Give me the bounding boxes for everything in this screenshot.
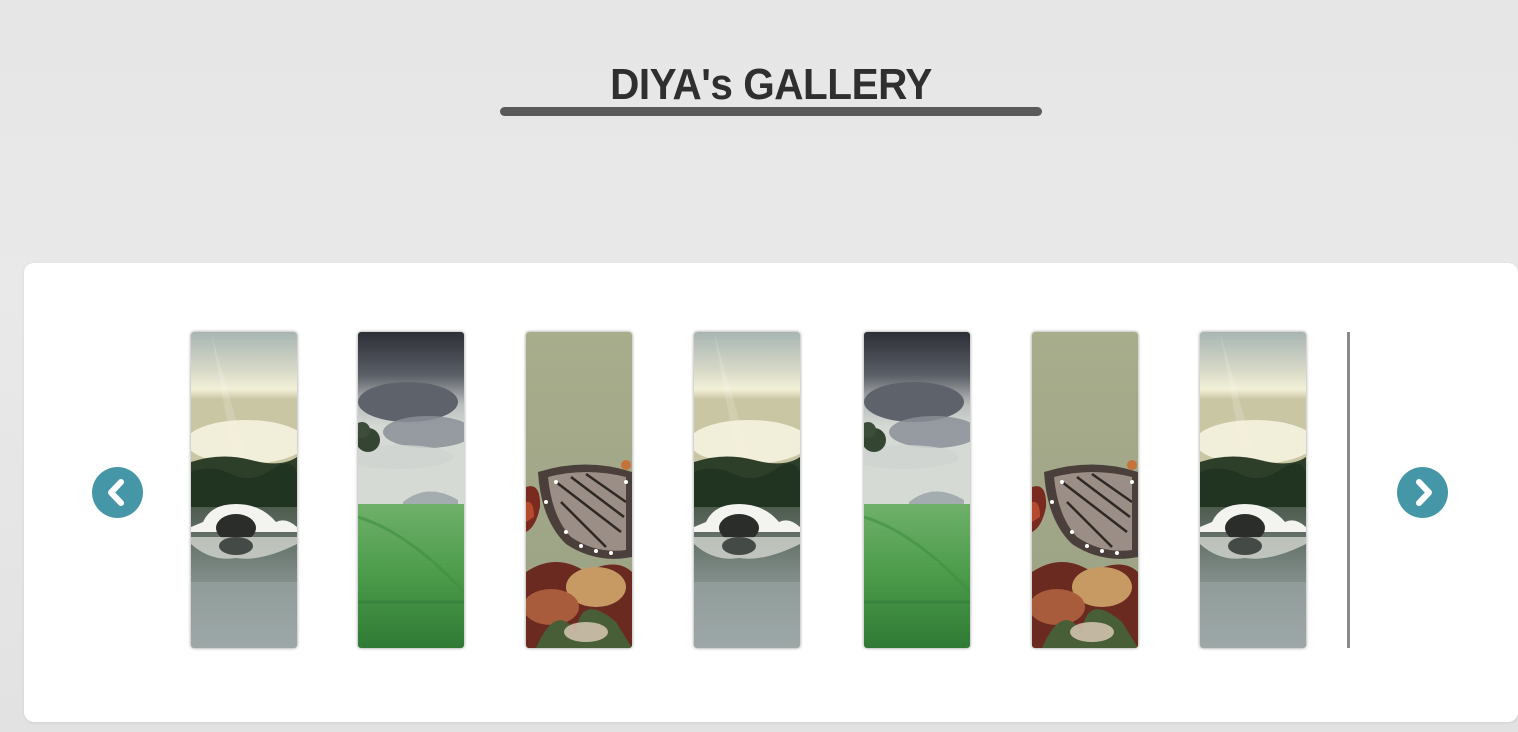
chevron-left-icon	[108, 479, 124, 506]
bridge-image	[191, 332, 297, 648]
gallery-slide-bridge[interactable]	[191, 332, 297, 648]
bridge-image	[694, 332, 800, 648]
gallery-slide-field[interactable]	[358, 332, 464, 648]
bridge-image	[1200, 332, 1306, 648]
field-image	[864, 332, 970, 648]
gallery-slide-butterfly[interactable]	[1032, 332, 1138, 648]
prev-slide-button[interactable]	[92, 467, 143, 518]
gallery-slide-butterfly[interactable]	[526, 332, 632, 648]
gallery-slide-bridge[interactable]	[694, 332, 800, 648]
next-slide-button[interactable]	[1397, 467, 1448, 518]
butterfly-image	[1032, 332, 1138, 648]
butterfly-image	[526, 332, 632, 648]
gallery-slide-bridge[interactable]	[1200, 332, 1306, 648]
gallery-slide-field[interactable]	[864, 332, 970, 648]
field-image	[358, 332, 464, 648]
gallery-header: DIYA's GALLERY	[500, 58, 1042, 120]
image-carousel	[24, 263, 1518, 722]
page-title: DIYA's GALLERY	[610, 60, 932, 109]
chevron-right-icon	[1416, 479, 1432, 506]
partial-slide-edge	[1347, 332, 1350, 648]
title-underline	[500, 107, 1042, 116]
